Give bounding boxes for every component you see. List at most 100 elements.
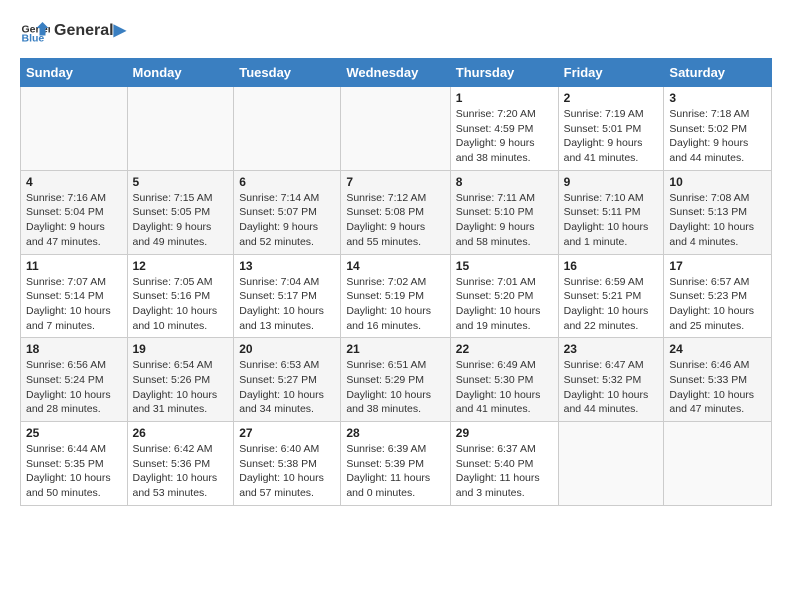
day-info: Sunrise: 7:18 AM Sunset: 5:02 PM Dayligh… — [669, 107, 766, 166]
day-info: Sunrise: 7:05 AM Sunset: 5:16 PM Dayligh… — [133, 275, 229, 334]
day-info: Sunrise: 6:44 AM Sunset: 5:35 PM Dayligh… — [26, 442, 122, 501]
day-number: 28 — [346, 426, 444, 440]
svg-text:Blue: Blue — [22, 33, 45, 45]
day-info: Sunrise: 7:15 AM Sunset: 5:05 PM Dayligh… — [133, 191, 229, 250]
calendar-cell: 7 Sunrise: 7:12 AM Sunset: 5:08 PM Daylig… — [341, 170, 450, 254]
day-number: 8 — [456, 175, 553, 189]
calendar-cell: 9 Sunrise: 7:10 AM Sunset: 5:11 PM Daylig… — [558, 170, 664, 254]
day-header-tuesday: Tuesday — [234, 59, 341, 87]
page-header: General Blue General▶ — [20, 16, 772, 46]
day-number: 24 — [669, 342, 766, 356]
calendar-cell: 8Sunrise: 7:11 AM Sunset: 5:10 PM Daylig… — [450, 170, 558, 254]
calendar-cell: 25 Sunrise: 6:44 AM Sunset: 5:35 PM Dayli… — [21, 422, 128, 506]
day-header-wednesday: Wednesday — [341, 59, 450, 87]
day-info: Sunrise: 7:07 AM Sunset: 5:14 PM Dayligh… — [26, 275, 122, 334]
calendar-cell: 28 Sunrise: 6:39 AM Sunset: 5:39 PM Dayli… — [341, 422, 450, 506]
day-number: 6 — [239, 175, 335, 189]
day-info: Sunrise: 7:08 AM Sunset: 5:13 PM Dayligh… — [669, 191, 766, 250]
day-number: 29 — [456, 426, 553, 440]
day-header-friday: Friday — [558, 59, 664, 87]
calendar-cell — [127, 87, 234, 171]
calendar-cell: 15 Sunrise: 7:01 AM Sunset: 5:20 PM Dayli… — [450, 254, 558, 338]
calendar-cell: 5 Sunrise: 7:15 AM Sunset: 5:05 PM Daylig… — [127, 170, 234, 254]
day-number: 3 — [669, 91, 766, 105]
day-info: Sunrise: 7:12 AM Sunset: 5:08 PM Dayligh… — [346, 191, 444, 250]
day-info: Sunrise: 7:20 AM Sunset: 4:59 PM Dayligh… — [456, 107, 553, 166]
logo-icon: General Blue — [20, 16, 50, 46]
day-number: 13 — [239, 259, 335, 273]
day-number: 12 — [133, 259, 229, 273]
calendar-cell — [234, 87, 341, 171]
calendar-week-row: 11 Sunrise: 7:07 AM Sunset: 5:14 PM Dayli… — [21, 254, 772, 338]
day-number: 11 — [26, 259, 122, 273]
day-info: Sunrise: 7:16 AM Sunset: 5:04 PM Dayligh… — [26, 191, 122, 250]
day-info: Sunrise: 6:47 AM Sunset: 5:32 PM Dayligh… — [564, 358, 659, 417]
calendar-cell: 26Sunrise: 6:42 AM Sunset: 5:36 PM Dayli… — [127, 422, 234, 506]
calendar-week-row: 25 Sunrise: 6:44 AM Sunset: 5:35 PM Dayli… — [21, 422, 772, 506]
day-info: Sunrise: 6:42 AM Sunset: 5:36 PM Dayligh… — [133, 442, 229, 501]
day-number: 16 — [564, 259, 659, 273]
day-number: 2 — [564, 91, 659, 105]
day-info: Sunrise: 6:59 AM Sunset: 5:21 PM Dayligh… — [564, 275, 659, 334]
day-info: Sunrise: 6:37 AM Sunset: 5:40 PM Dayligh… — [456, 442, 553, 501]
calendar-cell: 6 Sunrise: 7:14 AM Sunset: 5:07 PM Daylig… — [234, 170, 341, 254]
day-header-monday: Monday — [127, 59, 234, 87]
logo-arrow: ▶ — [114, 22, 126, 39]
day-number: 18 — [26, 342, 122, 356]
day-number: 14 — [346, 259, 444, 273]
calendar-cell: 19 Sunrise: 6:54 AM Sunset: 5:26 PM Dayli… — [127, 338, 234, 422]
day-number: 5 — [133, 175, 229, 189]
calendar-cell: 13 Sunrise: 7:04 AM Sunset: 5:17 PM Dayli… — [234, 254, 341, 338]
day-number: 10 — [669, 175, 766, 189]
calendar-cell: 22Sunrise: 6:49 AM Sunset: 5:30 PM Dayli… — [450, 338, 558, 422]
day-number: 27 — [239, 426, 335, 440]
day-info: Sunrise: 6:56 AM Sunset: 5:24 PM Dayligh… — [26, 358, 122, 417]
day-number: 21 — [346, 342, 444, 356]
day-info: Sunrise: 6:39 AM Sunset: 5:39 PM Dayligh… — [346, 442, 444, 501]
calendar-cell: 29 Sunrise: 6:37 AM Sunset: 5:40 PM Dayli… — [450, 422, 558, 506]
calendar-cell: 17 Sunrise: 6:57 AM Sunset: 5:23 PM Dayli… — [664, 254, 772, 338]
day-info: Sunrise: 7:10 AM Sunset: 5:11 PM Dayligh… — [564, 191, 659, 250]
day-info: Sunrise: 6:40 AM Sunset: 5:38 PM Dayligh… — [239, 442, 335, 501]
logo-general: General — [54, 22, 114, 39]
calendar-cell: 2 Sunrise: 7:19 AM Sunset: 5:01 PM Daylig… — [558, 87, 664, 171]
day-number: 25 — [26, 426, 122, 440]
day-info: Sunrise: 7:14 AM Sunset: 5:07 PM Dayligh… — [239, 191, 335, 250]
calendar-week-row: 18 Sunrise: 6:56 AM Sunset: 5:24 PM Dayli… — [21, 338, 772, 422]
calendar-cell: 4Sunrise: 7:16 AM Sunset: 5:04 PM Daylig… — [21, 170, 128, 254]
calendar-cell: 27 Sunrise: 6:40 AM Sunset: 5:38 PM Dayli… — [234, 422, 341, 506]
day-number: 23 — [564, 342, 659, 356]
calendar-cell: 24 Sunrise: 6:46 AM Sunset: 5:33 PM Dayli… — [664, 338, 772, 422]
calendar-cell — [21, 87, 128, 171]
day-number: 7 — [346, 175, 444, 189]
calendar-cell: 11 Sunrise: 7:07 AM Sunset: 5:14 PM Dayli… — [21, 254, 128, 338]
calendar-cell: 23 Sunrise: 6:47 AM Sunset: 5:32 PM Dayli… — [558, 338, 664, 422]
day-number: 19 — [133, 342, 229, 356]
day-number: 20 — [239, 342, 335, 356]
day-info: Sunrise: 6:46 AM Sunset: 5:33 PM Dayligh… — [669, 358, 766, 417]
calendar-cell: 21Sunrise: 6:51 AM Sunset: 5:29 PM Dayli… — [341, 338, 450, 422]
day-info: Sunrise: 7:04 AM Sunset: 5:17 PM Dayligh… — [239, 275, 335, 334]
calendar-cell: 14Sunrise: 7:02 AM Sunset: 5:19 PM Dayli… — [341, 254, 450, 338]
calendar-cell: 18 Sunrise: 6:56 AM Sunset: 5:24 PM Dayli… — [21, 338, 128, 422]
day-info: Sunrise: 7:19 AM Sunset: 5:01 PM Dayligh… — [564, 107, 659, 166]
calendar-cell — [341, 87, 450, 171]
day-info: Sunrise: 6:49 AM Sunset: 5:30 PM Dayligh… — [456, 358, 553, 417]
calendar-cell: 1 Sunrise: 7:20 AM Sunset: 4:59 PM Daylig… — [450, 87, 558, 171]
day-info: Sunrise: 6:53 AM Sunset: 5:27 PM Dayligh… — [239, 358, 335, 417]
day-header-saturday: Saturday — [664, 59, 772, 87]
day-number: 15 — [456, 259, 553, 273]
day-info: Sunrise: 7:01 AM Sunset: 5:20 PM Dayligh… — [456, 275, 553, 334]
day-info: Sunrise: 6:54 AM Sunset: 5:26 PM Dayligh… — [133, 358, 229, 417]
calendar-week-row: 4Sunrise: 7:16 AM Sunset: 5:04 PM Daylig… — [21, 170, 772, 254]
day-info: Sunrise: 6:57 AM Sunset: 5:23 PM Dayligh… — [669, 275, 766, 334]
calendar-cell: 10 Sunrise: 7:08 AM Sunset: 5:13 PM Dayli… — [664, 170, 772, 254]
day-number: 1 — [456, 91, 553, 105]
day-number: 17 — [669, 259, 766, 273]
logo: General Blue General▶ — [20, 16, 126, 46]
calendar-cell — [558, 422, 664, 506]
day-number: 9 — [564, 175, 659, 189]
calendar-table: SundayMondayTuesdayWednesdayThursdayFrid… — [20, 58, 772, 506]
day-header-sunday: Sunday — [21, 59, 128, 87]
calendar-cell: 20 Sunrise: 6:53 AM Sunset: 5:27 PM Dayli… — [234, 338, 341, 422]
